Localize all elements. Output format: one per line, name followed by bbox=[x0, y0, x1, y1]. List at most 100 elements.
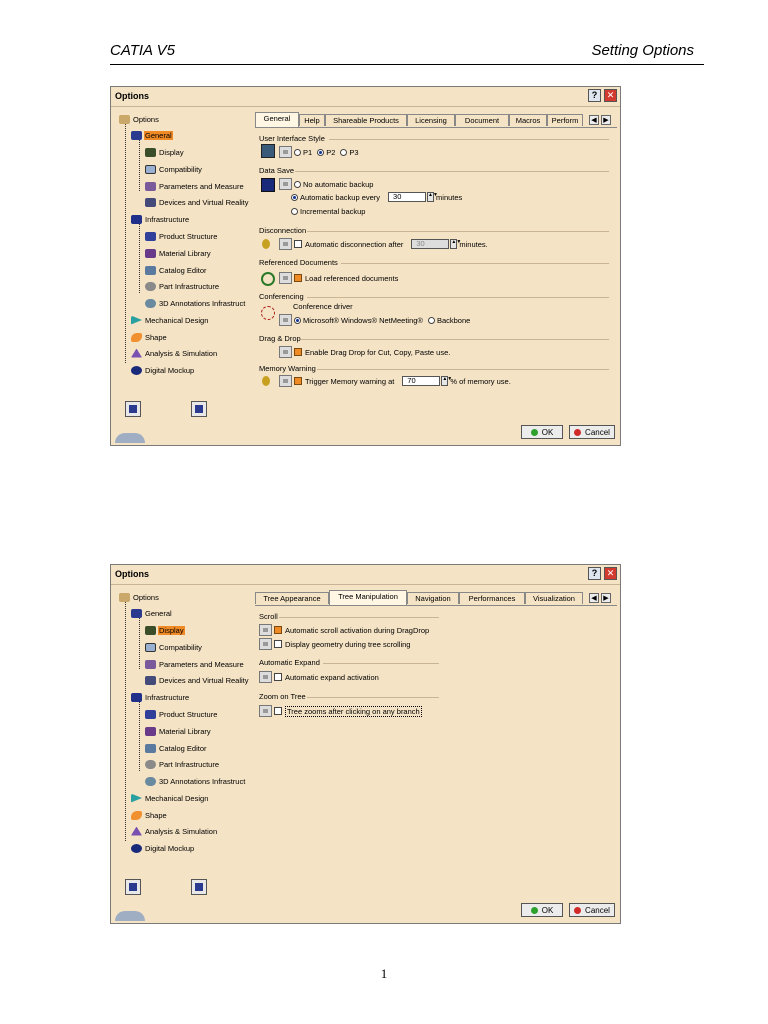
backup-minutes-input[interactable]: 30 bbox=[388, 192, 427, 202]
tree-item-options[interactable]: Options bbox=[119, 113, 160, 125]
lock-icon[interactable] bbox=[259, 624, 272, 636]
close-button[interactable]: ✕ bbox=[604, 567, 617, 580]
radio-auto-backup[interactable] bbox=[291, 193, 298, 201]
lock-icon[interactable] bbox=[259, 705, 272, 717]
radio-no-backup[interactable] bbox=[294, 180, 301, 188]
cancel-button[interactable]: Cancel bbox=[569, 425, 615, 439]
tree-item-general[interactable]: General bbox=[131, 129, 173, 141]
lock-icon[interactable] bbox=[279, 346, 292, 358]
tree-item-compatibility[interactable]: Compatibility bbox=[145, 163, 203, 175]
lock-icon[interactable] bbox=[279, 314, 292, 326]
tree-item-digital-mockup[interactable]: Digital Mockup bbox=[131, 364, 195, 376]
tree-item-compatibility[interactable]: Compatibility bbox=[145, 641, 203, 653]
radio-p2[interactable] bbox=[317, 148, 325, 156]
tree-item-display[interactable]: Display bbox=[145, 624, 185, 636]
tree-item-catalog-editor[interactable]: Catalog Editor bbox=[145, 742, 208, 754]
tab-scroll-right-icon[interactable]: ▶ bbox=[601, 593, 611, 603]
memory-spinner[interactable]: ▲▼ bbox=[441, 376, 452, 386]
dialog-titlebar: Options ? ✕ bbox=[111, 565, 620, 585]
tab-visualization[interactable]: Visualization bbox=[525, 592, 583, 604]
tree-item-shape[interactable]: Shape bbox=[131, 809, 168, 821]
tree-item-mechanical-design[interactable]: Mechanical Design bbox=[131, 792, 209, 804]
tree-label: Parameters and Measure bbox=[159, 181, 244, 191]
user-settings-icon[interactable] bbox=[191, 879, 207, 895]
tree-item-options[interactable]: Options bbox=[119, 591, 160, 603]
tree-item-general[interactable]: General bbox=[131, 607, 173, 619]
tab-scroll-right-icon[interactable]: ▶ bbox=[601, 115, 611, 125]
parameters-icon bbox=[145, 659, 156, 669]
help-button[interactable]: ? bbox=[588, 567, 601, 580]
radio-incremental-backup[interactable] bbox=[291, 208, 298, 215]
tree-item-display[interactable]: Display bbox=[145, 146, 185, 158]
analysis-icon bbox=[131, 348, 142, 358]
disconnect-minutes-input[interactable]: 30 bbox=[411, 239, 450, 249]
tree-item-part-infrastructure[interactable]: Part Infrastructure bbox=[145, 758, 220, 770]
tree-item-devices[interactable]: Devices and Virtual Reality bbox=[145, 196, 250, 208]
tab-performance[interactable]: Perform bbox=[547, 114, 583, 126]
auto-scroll-checkbox[interactable] bbox=[274, 626, 282, 634]
ok-button[interactable]: OK bbox=[521, 903, 563, 917]
lock-icon[interactable] bbox=[279, 272, 292, 284]
tree-item-analysis[interactable]: Analysis & Simulation bbox=[131, 825, 218, 837]
tree-item-part-infrastructure[interactable]: Part Infrastructure bbox=[145, 280, 220, 292]
tab-macros[interactable]: Macros bbox=[509, 114, 547, 126]
tab-scroll-left-icon[interactable]: ◀ bbox=[589, 593, 599, 603]
tab-navigation[interactable]: Navigation bbox=[407, 592, 459, 604]
tree-item-devices[interactable]: Devices and Virtual Reality bbox=[145, 674, 250, 686]
lock-icon[interactable] bbox=[279, 375, 292, 387]
cancel-label: Cancel bbox=[585, 905, 610, 915]
auto-expand-checkbox[interactable] bbox=[274, 673, 282, 681]
tree-item-shape[interactable]: Shape bbox=[131, 331, 168, 343]
tools-icon[interactable] bbox=[125, 401, 141, 417]
memory-percent-input[interactable]: 70 bbox=[402, 376, 441, 386]
tab-licensing[interactable]: Licensing bbox=[407, 114, 455, 126]
memory-warning-checkbox[interactable] bbox=[294, 377, 302, 385]
tab-tree-appearance[interactable]: Tree Appearance bbox=[255, 592, 329, 604]
drag-drop-checkbox[interactable] bbox=[294, 348, 302, 356]
ui-style-icon bbox=[261, 144, 275, 158]
radio-backbone[interactable] bbox=[427, 316, 435, 324]
tree-zoom-checkbox[interactable] bbox=[274, 707, 282, 715]
tree-item-3d-annotations[interactable]: 3D Annotations Infrastruct bbox=[145, 297, 246, 309]
cancel-button[interactable]: Cancel bbox=[569, 903, 615, 917]
tab-scroll-left-icon[interactable]: ◀ bbox=[589, 115, 599, 125]
close-button[interactable]: ✕ bbox=[604, 89, 617, 102]
tree-item-material-library[interactable]: Material Library bbox=[145, 725, 212, 737]
tree-item-analysis[interactable]: Analysis & Simulation bbox=[131, 347, 218, 359]
tree-label: Parameters and Measure bbox=[159, 659, 244, 669]
tree-item-parameters[interactable]: Parameters and Measure bbox=[145, 658, 245, 670]
auto-disconnect-checkbox[interactable] bbox=[294, 240, 302, 248]
tools-icon[interactable] bbox=[125, 879, 141, 895]
tree-item-mechanical-design[interactable]: Mechanical Design bbox=[131, 314, 209, 326]
tab-document[interactable]: Document bbox=[455, 114, 509, 126]
lock-icon[interactable] bbox=[259, 671, 272, 683]
tree-item-parameters[interactable]: Parameters and Measure bbox=[145, 180, 245, 192]
user-settings-icon[interactable] bbox=[191, 401, 207, 417]
lock-icon[interactable] bbox=[279, 238, 292, 250]
radio-netmeeting[interactable] bbox=[294, 316, 301, 324]
backup-spinner[interactable]: ▲▼ bbox=[427, 192, 438, 202]
radio-p1[interactable] bbox=[294, 148, 301, 156]
lock-icon[interactable] bbox=[279, 146, 292, 158]
ok-button[interactable]: OK bbox=[521, 425, 563, 439]
tree-item-infrastructure[interactable]: Infrastructure bbox=[131, 213, 190, 225]
radio-p3[interactable] bbox=[340, 148, 348, 156]
load-referenced-checkbox[interactable] bbox=[294, 274, 302, 282]
help-button[interactable]: ? bbox=[588, 89, 601, 102]
tree-item-material-library[interactable]: Material Library bbox=[145, 247, 212, 259]
tree-item-digital-mockup[interactable]: Digital Mockup bbox=[131, 842, 195, 854]
tab-performances[interactable]: Performances bbox=[459, 592, 525, 604]
tab-help[interactable]: Help bbox=[299, 114, 325, 126]
tree-item-product-structure[interactable]: Product Structure bbox=[145, 708, 218, 720]
tree-item-catalog-editor[interactable]: Catalog Editor bbox=[145, 264, 208, 276]
display-geometry-checkbox[interactable] bbox=[274, 640, 282, 648]
tree-item-product-structure[interactable]: Product Structure bbox=[145, 230, 218, 242]
tab-shareable-products[interactable]: Shareable Products bbox=[325, 114, 407, 126]
lock-icon[interactable] bbox=[259, 638, 272, 650]
tree-item-3d-annotations[interactable]: 3D Annotations Infrastruct bbox=[145, 775, 246, 787]
tree-item-infrastructure[interactable]: Infrastructure bbox=[131, 691, 190, 703]
disconnect-spinner[interactable]: ▲▼ bbox=[450, 239, 461, 249]
lock-icon[interactable] bbox=[279, 178, 292, 190]
tab-tree-manipulation[interactable]: Tree Manipulation bbox=[329, 590, 407, 605]
tab-general[interactable]: General bbox=[255, 112, 299, 127]
